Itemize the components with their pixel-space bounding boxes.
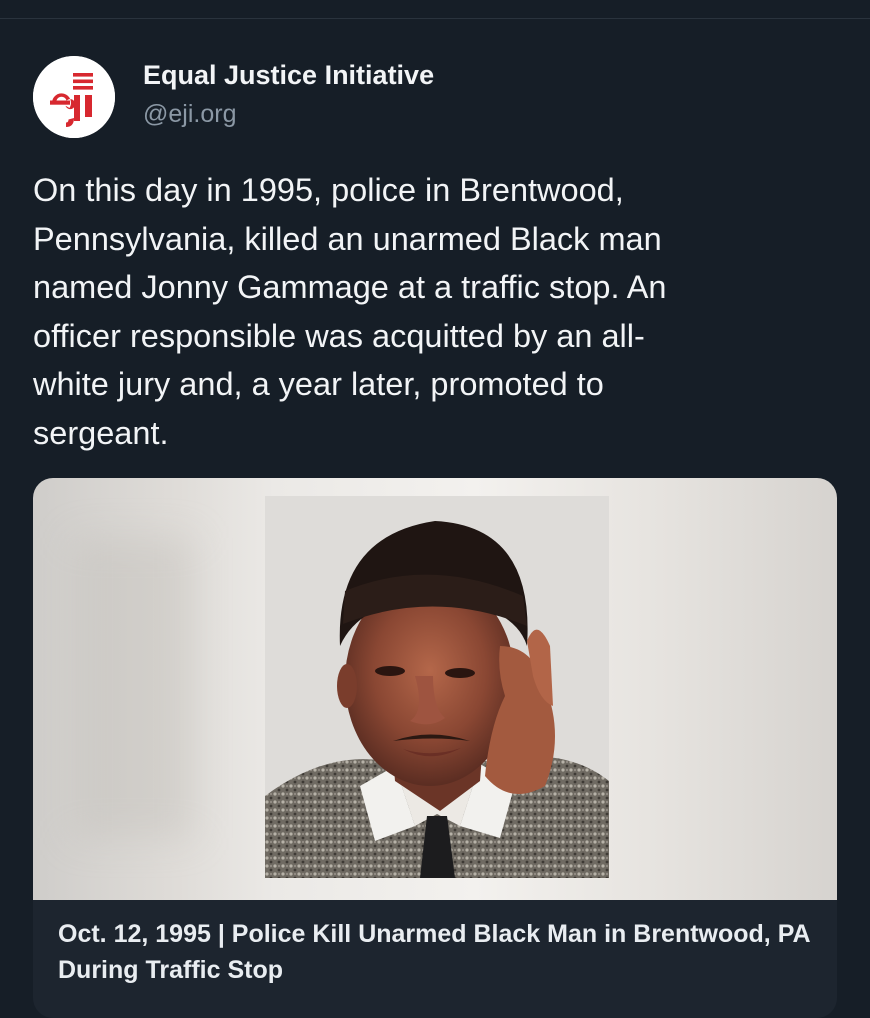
background-shadow	[73, 538, 193, 838]
account-handle[interactable]: @eji.org	[143, 98, 434, 130]
display-name[interactable]: Equal Justice Initiative	[143, 58, 434, 92]
top-divider	[0, 18, 870, 19]
post-text: On this day in 1995, police in Brentwood…	[33, 172, 667, 451]
link-card[interactable]: Oct. 12, 1995 | Police Kill Unarmed Blac…	[33, 478, 837, 1018]
account-names: Equal Justice Initiative @eji.org	[143, 58, 434, 130]
portrait-photo-icon	[265, 496, 609, 878]
post-header: Equal Justice Initiative @eji.org	[33, 56, 434, 138]
link-card-image[interactable]	[33, 478, 837, 900]
eji-logo-icon	[33, 56, 115, 138]
link-card-title[interactable]: Oct. 12, 1995 | Police Kill Unarmed Blac…	[58, 916, 818, 988]
avatar[interactable]	[33, 56, 115, 138]
